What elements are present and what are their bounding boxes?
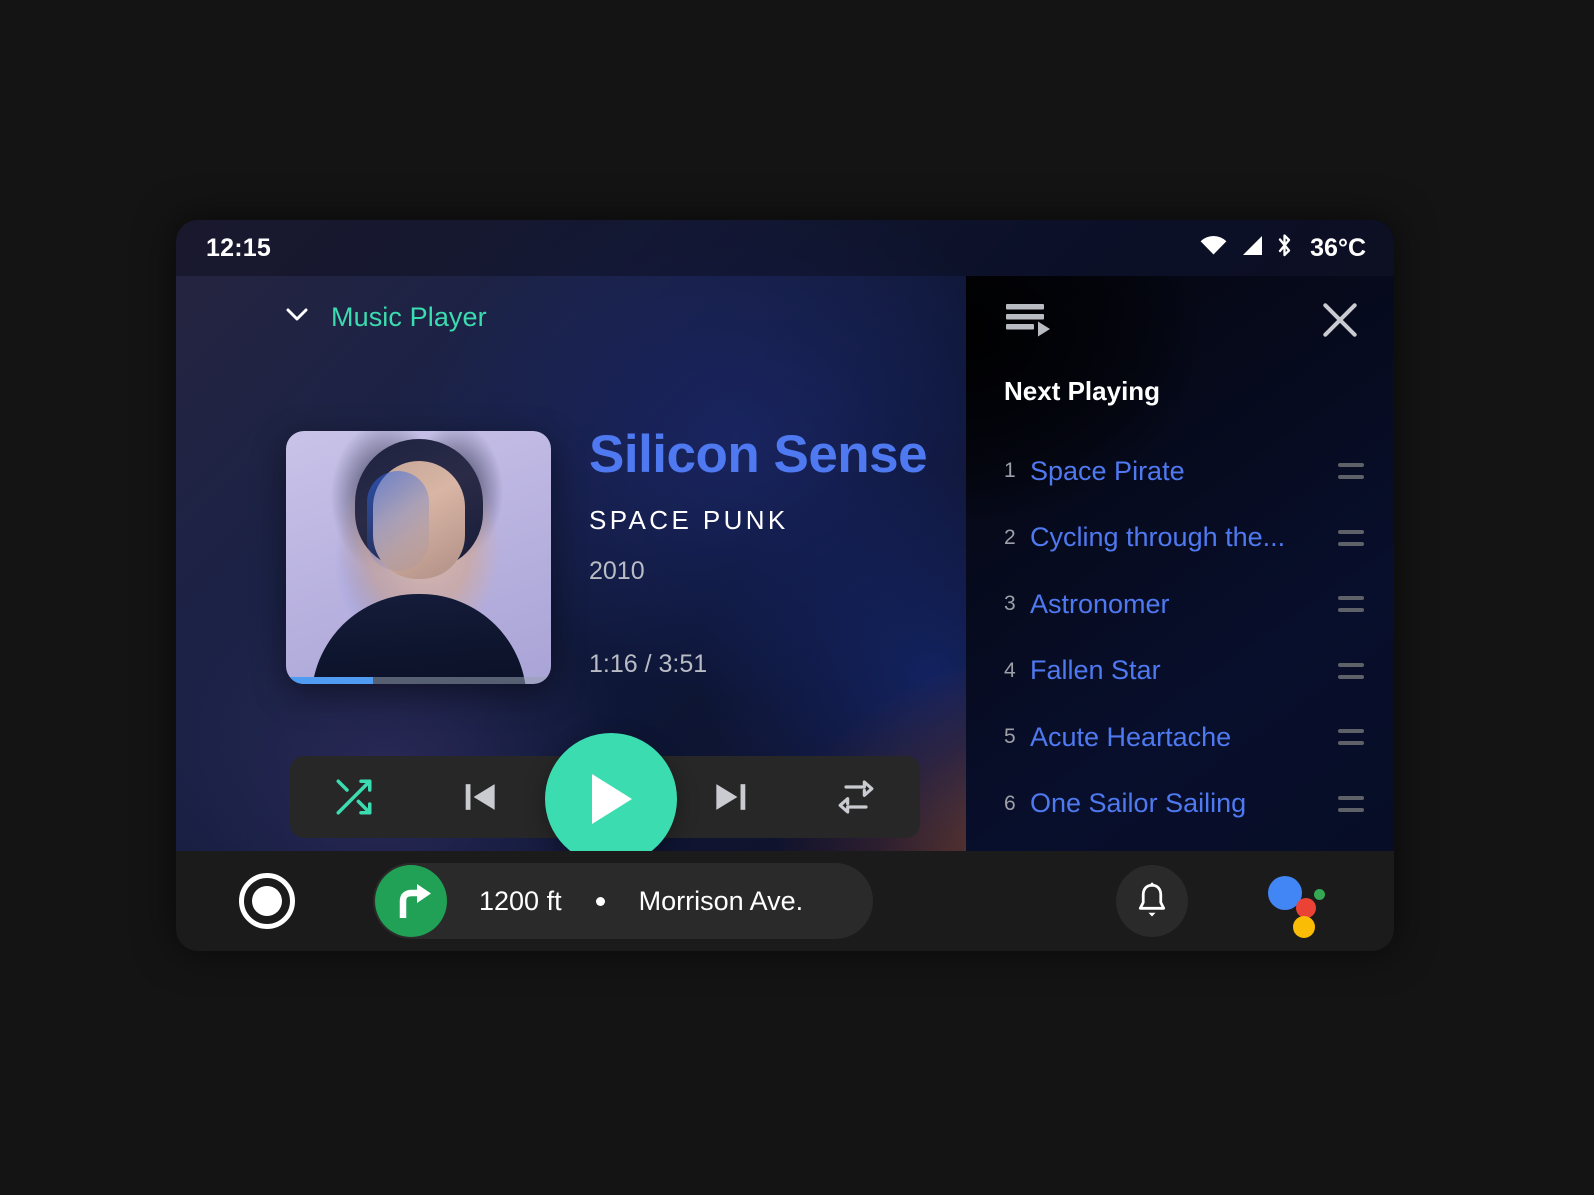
- navigation-separator-dot: [595, 896, 605, 906]
- queue-track-number: 6: [1004, 791, 1016, 815]
- assistant-red-dot-icon: [1296, 898, 1316, 918]
- queue-track-number: 1: [1004, 459, 1016, 483]
- queue-track-name: Space Pirate: [1030, 455, 1185, 486]
- navigation-pill[interactable]: 1200 ft Morrison Ave.: [373, 863, 873, 939]
- drag-handle-icon[interactable]: [1338, 795, 1364, 812]
- chevron-down-icon[interactable]: [286, 308, 308, 327]
- shuffle-button[interactable]: [326, 769, 382, 825]
- queue-track-row[interactable]: 4 Fallen Star: [966, 638, 1394, 705]
- bottom-navigation-bar: 1200 ft Morrison Ave.: [176, 851, 1394, 951]
- assistant-green-dot-icon: [1314, 889, 1325, 900]
- navigation-distance: 1200 ft: [479, 885, 562, 916]
- drag-handle-icon[interactable]: [1338, 662, 1364, 679]
- queue-track-name: Fallen Star: [1030, 655, 1161, 686]
- album-art-image: [286, 431, 551, 684]
- status-clock: 12:15: [206, 233, 271, 262]
- play-button[interactable]: [545, 733, 677, 865]
- next-track-button[interactable]: [703, 769, 759, 825]
- next-playing-panel: Next Playing 1 Space Pirate 2 Cycling throu…: [966, 276, 1394, 851]
- page-root: 12:15 36°C Music Player Silicon Sense SP…: [0, 0, 1594, 1195]
- queue-track-row[interactable]: 6 One Sailor Sailing: [966, 771, 1394, 838]
- assistant-yellow-dot-icon: [1293, 916, 1315, 938]
- car-head-unit-screen: 12:15 36°C Music Player Silicon Sense SP…: [176, 220, 1394, 951]
- track-metadata: Silicon Sense SPACE PUNK 2010 1:16 / 3:5…: [589, 426, 959, 679]
- repeat-button[interactable]: [828, 769, 884, 825]
- status-temperature: 36°C: [1310, 233, 1366, 262]
- album-art[interactable]: [286, 431, 551, 684]
- queue-track-row[interactable]: 5 Acute Heartache: [966, 704, 1394, 771]
- track-title: Silicon Sense: [589, 425, 928, 484]
- queue-track-row[interactable]: 3 Astronomer: [966, 571, 1394, 638]
- cellular-signal-icon: [1240, 235, 1263, 261]
- queue-track-name: Cycling through the...: [1030, 522, 1286, 553]
- track-year: 2010: [589, 557, 645, 586]
- playback-progress-bar[interactable]: [286, 677, 551, 684]
- wifi-icon: [1200, 235, 1227, 261]
- turn-right-icon: [375, 865, 447, 937]
- queue-track-number: 2: [1004, 525, 1016, 549]
- queue-track-name: Astronomer: [1030, 588, 1170, 619]
- playlist-queue-icon[interactable]: [1004, 299, 1052, 346]
- google-assistant-button[interactable]: [1266, 870, 1328, 938]
- queue-track-number: 5: [1004, 725, 1016, 749]
- home-icon: [252, 886, 282, 916]
- drag-handle-icon[interactable]: [1338, 729, 1364, 746]
- drag-handle-icon[interactable]: [1338, 596, 1364, 613]
- queue-track-number: 3: [1004, 592, 1016, 616]
- playback-progress-fill: [286, 677, 374, 684]
- track-time-display: 1:16 / 3:51: [589, 650, 708, 679]
- bluetooth-icon: [1276, 233, 1293, 263]
- track-artist: SPACE PUNK: [589, 505, 789, 536]
- app-name-label: Music Player: [331, 302, 487, 332]
- album-art-body-shape: [311, 594, 526, 684]
- queue-track-name: Acute Heartache: [1030, 721, 1232, 752]
- queue-heading: Next Playing: [1004, 376, 1161, 406]
- queue-track-number: 4: [1004, 658, 1016, 682]
- queue-track-row[interactable]: 2 Cycling through the...: [966, 505, 1394, 572]
- status-bar: 12:15 36°C: [176, 220, 1394, 276]
- queue-track-row[interactable]: 1 Space Pirate: [966, 438, 1394, 505]
- status-system-icons: 36°C: [1200, 233, 1366, 263]
- music-player-pane: Music Player Silicon Sense SPACE PUNK 20…: [176, 276, 966, 865]
- drag-handle-icon[interactable]: [1338, 463, 1364, 480]
- app-header[interactable]: Music Player: [286, 302, 487, 333]
- navigation-street: Morrison Ave.: [638, 885, 804, 916]
- close-icon[interactable]: [1318, 298, 1362, 347]
- drag-handle-icon[interactable]: [1338, 529, 1364, 546]
- notifications-button[interactable]: [1116, 865, 1188, 937]
- album-art-face-shape: [366, 461, 465, 579]
- queue-track-list: 1 Space Pirate 2 Cycling through the... 3 Ast…: [966, 438, 1394, 837]
- queue-track-name: One Sailor Sailing: [1030, 788, 1247, 819]
- home-button[interactable]: [239, 873, 295, 929]
- previous-track-button[interactable]: [452, 769, 508, 825]
- queue-panel-header: [966, 276, 1394, 368]
